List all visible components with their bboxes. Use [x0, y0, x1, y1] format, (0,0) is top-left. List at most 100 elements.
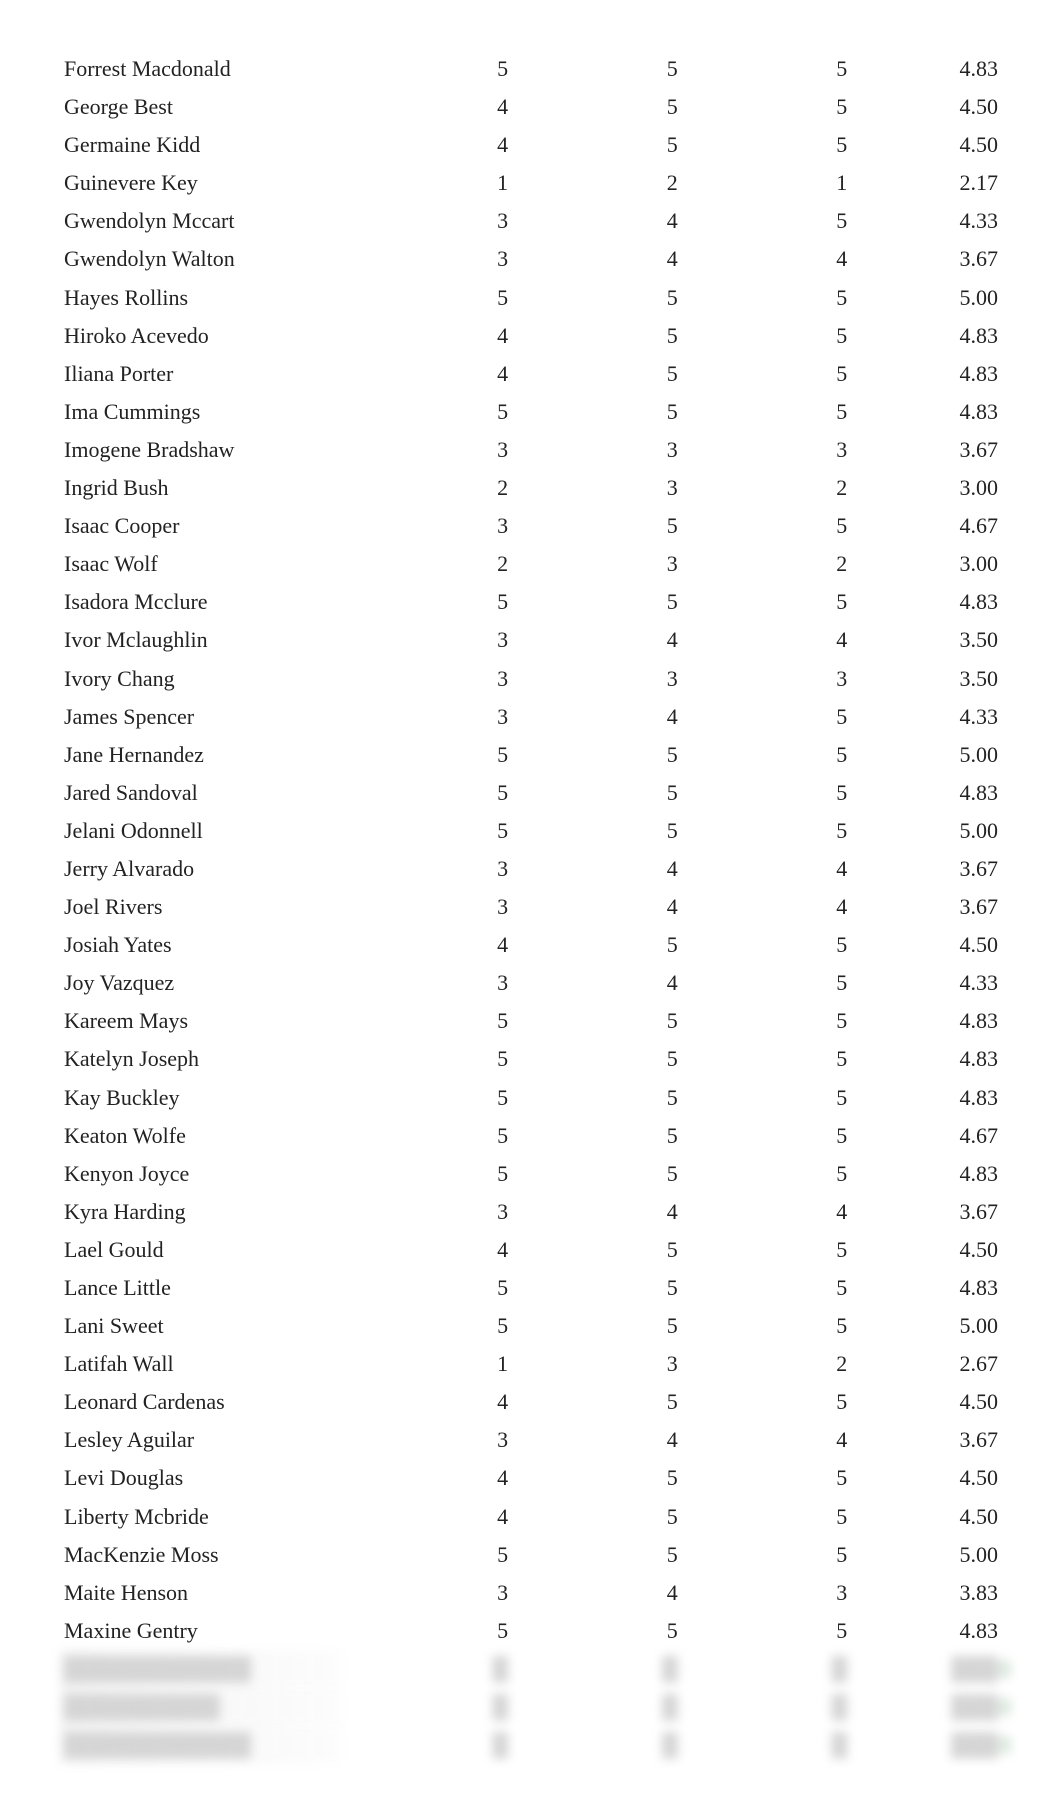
value-cell: 5 — [512, 812, 682, 850]
value-cell: 5 — [512, 1079, 682, 1117]
value-cell: 5 — [682, 736, 852, 774]
value-cell-blurred: █ — [512, 1688, 682, 1726]
table-row: Josiah Yates4554.50 — [60, 926, 1002, 964]
value-cell-blurred: █ — [343, 1726, 513, 1764]
name-cell: Kyra Harding — [60, 1193, 343, 1231]
value-cell: 3 — [512, 545, 682, 583]
value-cell: 5 — [682, 1383, 852, 1421]
name-cell: Maxine Gentry — [60, 1612, 343, 1650]
table-row: James Spencer3454.33 — [60, 698, 1002, 736]
name-cell: Levi Douglas — [60, 1459, 343, 1497]
name-cell: Gwendolyn Walton — [60, 240, 343, 278]
value-cell: 4.83 — [851, 317, 1002, 355]
value-cell: 5 — [682, 1231, 852, 1269]
value-cell: 5 — [682, 317, 852, 355]
value-cell: 5 — [682, 1155, 852, 1193]
value-cell: 3 — [343, 202, 513, 240]
name-cell: Jerry Alvarado — [60, 850, 343, 888]
value-cell: 3.83 — [851, 1574, 1002, 1612]
value-cell: 5 — [343, 393, 513, 431]
table-row: Maite Henson3433.83 — [60, 1574, 1002, 1612]
table-row: Ingrid Bush2323.00 — [60, 469, 1002, 507]
value-cell: 4.83 — [851, 50, 1002, 88]
value-cell: 5 — [682, 202, 852, 240]
data-table: Forrest Macdonald5554.83George Best4554.… — [60, 50, 1002, 1764]
value-cell: 4.33 — [851, 964, 1002, 1002]
value-cell: 3 — [343, 1193, 513, 1231]
name-cell: Katelyn Joseph — [60, 1040, 343, 1078]
name-cell: Lance Little — [60, 1269, 343, 1307]
name-cell: Joy Vazquez — [60, 964, 343, 1002]
table-row: MacKenzie Moss5555.00 — [60, 1536, 1002, 1574]
value-cell: 4.83 — [851, 1155, 1002, 1193]
value-cell: 3.50 — [851, 660, 1002, 698]
value-cell: 5 — [682, 1117, 852, 1155]
value-cell: 5 — [512, 1307, 682, 1345]
value-cell: 5 — [682, 1498, 852, 1536]
value-cell: 3.67 — [851, 240, 1002, 278]
value-cell: 5.00 — [851, 1536, 1002, 1574]
value-cell: 5 — [343, 1612, 513, 1650]
value-cell: 4.50 — [851, 1459, 1002, 1497]
value-cell: 3 — [682, 660, 852, 698]
value-cell: 5 — [682, 1459, 852, 1497]
table-row: Ima Cummings5554.83 — [60, 393, 1002, 431]
value-cell: 5 — [512, 1117, 682, 1155]
value-cell: 4.83 — [851, 393, 1002, 431]
value-cell: 2 — [682, 469, 852, 507]
name-cell: Isaac Wolf — [60, 545, 343, 583]
name-cell: Jane Hernandez — [60, 736, 343, 774]
table-row: Isaac Cooper3554.67 — [60, 507, 1002, 545]
value-cell: 5 — [512, 926, 682, 964]
value-cell: 3.67 — [851, 888, 1002, 926]
value-cell: 1 — [682, 164, 852, 202]
value-cell: 4 — [512, 850, 682, 888]
value-cell: 4 — [343, 926, 513, 964]
name-cell: Hayes Rollins — [60, 279, 343, 317]
table-row: Isadora Mcclure5554.83 — [60, 583, 1002, 621]
value-cell-blurred: █ — [682, 1726, 852, 1764]
value-cell: 5 — [512, 279, 682, 317]
name-cell: Kay Buckley — [60, 1079, 343, 1117]
value-cell: 5 — [682, 812, 852, 850]
value-cell: 2 — [682, 545, 852, 583]
table-row: Maxine Gentry5554.83 — [60, 1612, 1002, 1650]
table-row-blurred: ██████████████████ — [60, 1650, 1002, 1688]
table-row: Ivory Chang3333.50 — [60, 660, 1002, 698]
value-cell: 4 — [343, 1459, 513, 1497]
value-cell: 5 — [682, 774, 852, 812]
value-cell: 5 — [343, 583, 513, 621]
value-cell: 5 — [343, 736, 513, 774]
value-cell: 4.83 — [851, 355, 1002, 393]
value-cell-blurred: █ — [682, 1650, 852, 1688]
value-cell: 1 — [343, 1345, 513, 1383]
value-cell: 4 — [512, 1574, 682, 1612]
table-row: Jared Sandoval5554.83 — [60, 774, 1002, 812]
table-row: Iliana Porter4554.83 — [60, 355, 1002, 393]
value-cell: 5 — [512, 1231, 682, 1269]
table-row: Levi Douglas4554.50 — [60, 1459, 1002, 1497]
value-cell: 5 — [682, 1536, 852, 1574]
value-cell: 5 — [682, 1002, 852, 1040]
value-cell: 3 — [343, 660, 513, 698]
value-cell: 5 — [682, 1269, 852, 1307]
table-row: Forrest Macdonald5554.83 — [60, 50, 1002, 88]
name-cell: Keaton Wolfe — [60, 1117, 343, 1155]
value-cell: 4 — [512, 888, 682, 926]
value-cell: 4.50 — [851, 88, 1002, 126]
name-cell: Lani Sweet — [60, 1307, 343, 1345]
value-cell-blurred: ███ — [851, 1688, 1002, 1726]
value-cell: 1 — [343, 164, 513, 202]
value-cell-blurred: █ — [512, 1726, 682, 1764]
table-row: Jane Hernandez5555.00 — [60, 736, 1002, 774]
value-cell: 5 — [512, 1002, 682, 1040]
table-row: Hiroko Acevedo4554.83 — [60, 317, 1002, 355]
value-cell: 2.17 — [851, 164, 1002, 202]
name-cell: MacKenzie Moss — [60, 1536, 343, 1574]
value-cell: 3.67 — [851, 1193, 1002, 1231]
value-cell-blurred: █ — [682, 1688, 852, 1726]
value-cell: 5 — [682, 355, 852, 393]
table-row: Imogene Bradshaw3333.67 — [60, 431, 1002, 469]
value-cell: 4 — [343, 355, 513, 393]
name-cell-blurred: ██████████ — [60, 1688, 343, 1726]
